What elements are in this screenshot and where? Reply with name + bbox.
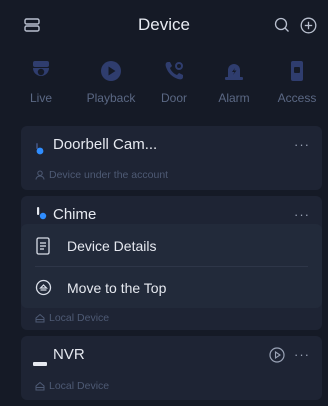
more-icon[interactable]: ··· [294, 207, 310, 222]
feature-tabs: Live Playback Door Alarm Access [0, 58, 328, 114]
tab-live[interactable]: Live [10, 58, 72, 105]
playback-icon [80, 58, 142, 84]
menu-divider [35, 266, 308, 267]
chime-device-icon [36, 206, 48, 225]
door-icon [143, 58, 205, 84]
tab-label: Live [29, 91, 52, 105]
device-name: Chime [53, 206, 97, 223]
more-icon[interactable]: ··· [294, 347, 310, 362]
tab-label: Alarm [218, 91, 250, 105]
device-subtitle: Local Device [35, 312, 109, 324]
play-icon[interactable] [269, 347, 285, 368]
tab-playback[interactable]: Playback [80, 58, 142, 105]
device-name: NVR [53, 346, 85, 363]
tab-label: Door [160, 91, 187, 105]
document-icon [35, 237, 51, 260]
doorbell-device-icon [33, 142, 45, 160]
tab-label: Access [277, 91, 317, 105]
header-bar: Device [0, 0, 328, 52]
device-subtitle: Device under the account [35, 169, 168, 181]
menu-item-move-to-top[interactable]: Move to the Top [21, 268, 322, 308]
alarm-icon [203, 58, 265, 84]
local-device-icon [35, 313, 45, 323]
context-menu: Device Details Move to the Top [21, 224, 322, 308]
search-icon[interactable] [274, 17, 290, 38]
device-card[interactable]: Doorbell Cam... ··· Device under the acc… [21, 126, 322, 190]
tab-access[interactable]: Access [266, 58, 328, 105]
device-name: Doorbell Cam... [53, 136, 158, 153]
user-icon [35, 170, 45, 180]
camera-icon [10, 58, 72, 84]
tab-label: Playback [86, 91, 136, 105]
more-icon[interactable]: ··· [294, 137, 310, 152]
tab-alarm[interactable]: Alarm [203, 58, 265, 105]
add-device-icon[interactable] [300, 17, 317, 39]
menu-item-device-details[interactable]: Device Details [21, 226, 322, 266]
local-device-icon [35, 381, 45, 391]
move-to-top-icon [35, 279, 52, 301]
tab-door[interactable]: Door [143, 58, 205, 105]
device-card[interactable]: NVR ··· Local Device [21, 336, 322, 400]
access-icon [266, 58, 328, 84]
device-subtitle: Local Device [35, 380, 109, 392]
nvr-device-icon [33, 354, 47, 372]
